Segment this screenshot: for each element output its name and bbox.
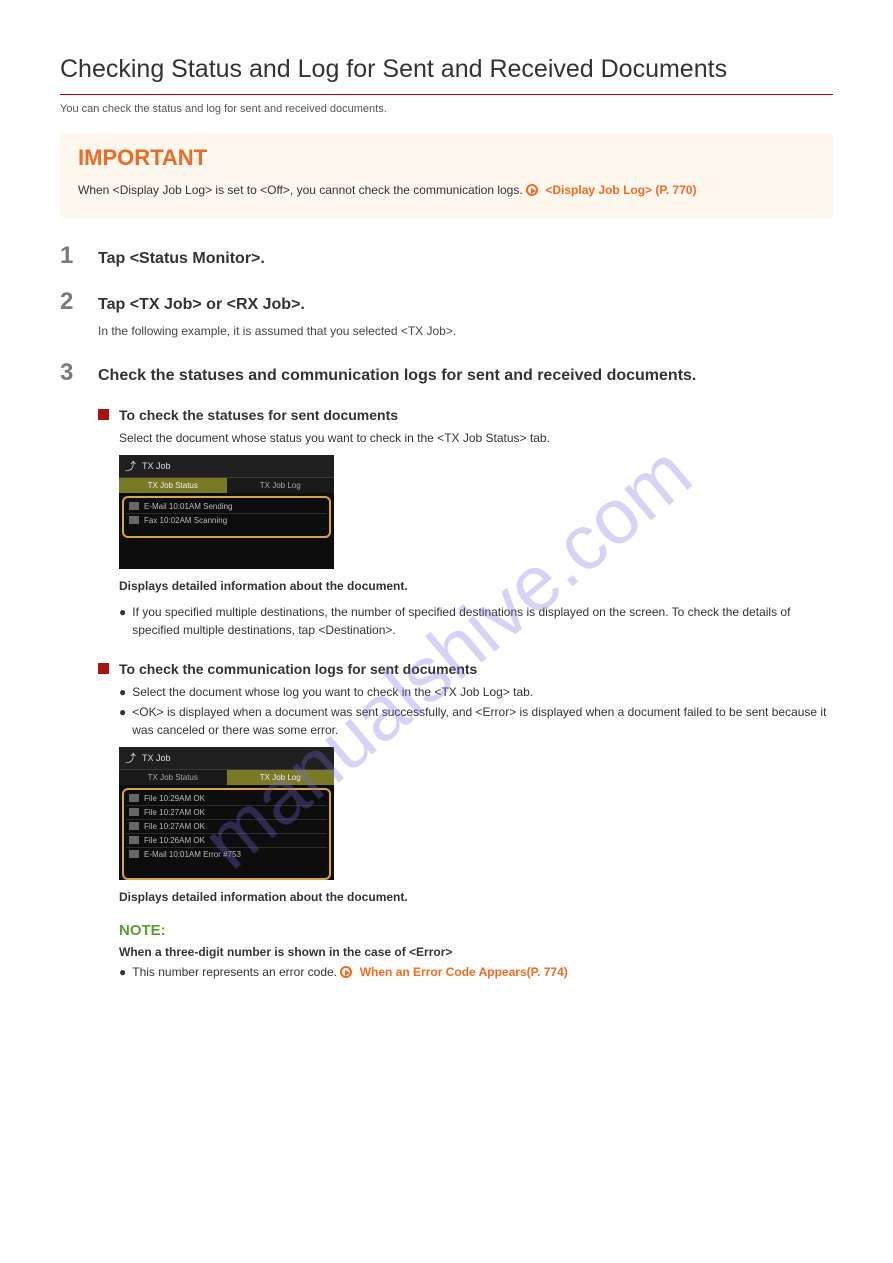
tab-tx-job-status[interactable]: TX Job Status	[119, 478, 227, 493]
square-bullet-icon	[98, 409, 109, 420]
title-divider	[60, 94, 833, 95]
device-list-2: File 10:29AM OK File 10:27AM OK File 10:…	[122, 788, 331, 880]
important-heading: IMPORTANT	[78, 145, 815, 171]
list-item[interactable]: File 10:29AM OK	[126, 792, 327, 806]
device-screenshot-status: ⤴ TX Job TX Job Status TX Job Log E-Mail…	[119, 455, 833, 569]
list-item[interactable]: E-Mail 10:01AM Sending	[126, 500, 327, 514]
status-insight: Displays detailed information about the …	[119, 577, 833, 595]
device-list-1: E-Mail 10:01AM Sending Fax 10:02AM Scann…	[122, 496, 331, 538]
log-section-desc-1: ● Select the document whose log you want…	[119, 683, 833, 701]
step-2: 2 Tap <TX Job> or <RX Job>. In the follo…	[60, 288, 833, 341]
back-icon[interactable]: ⤴	[125, 458, 136, 474]
bullet-dot-icon: ●	[119, 963, 126, 981]
step-2-text: Tap <TX Job> or <RX Job>.	[98, 296, 305, 314]
log-section-heading: To check the communication logs for sent…	[119, 661, 477, 677]
back-icon[interactable]: ⤴	[125, 750, 136, 766]
step-1-number: 1	[60, 242, 88, 270]
list-item[interactable]: File 10:27AM OK	[126, 820, 327, 834]
list-item[interactable]: E-Mail 10:01AM Error #753	[126, 848, 327, 861]
file-icon	[129, 794, 139, 802]
play-circle-icon	[526, 184, 538, 196]
list-item[interactable]: File 10:27AM OK	[126, 806, 327, 820]
mail-icon	[129, 850, 139, 858]
step-1-text: Tap <Status Monitor>.	[98, 250, 265, 268]
note-bullet-link[interactable]: When an Error Code Appears(P. 774)	[360, 965, 568, 979]
bullet-dot-icon: ●	[119, 683, 126, 701]
device-title-1: TX Job	[142, 461, 171, 471]
step-3-number: 3	[60, 359, 88, 387]
top-description: You can check the status and log for sen…	[60, 103, 833, 115]
log-section-desc-2: ● <OK> is displayed when a document was …	[119, 703, 833, 739]
note-subtitle: When a three-digit number is shown in th…	[119, 945, 833, 959]
list-item[interactable]: File 10:26AM OK	[126, 834, 327, 848]
device-screenshot-log: ⤴ TX Job TX Job Status TX Job Log File 1…	[119, 747, 833, 880]
tab-tx-job-log[interactable]: TX Job Log	[227, 478, 335, 493]
file-icon	[129, 808, 139, 816]
step-2-note: In the following example, it is assumed …	[98, 322, 833, 341]
log-section-heading-row: To check the communication logs for sent…	[98, 659, 833, 677]
important-body: When <Display Job Log> is set to <Off>, …	[78, 181, 815, 200]
note-block: NOTE: When a three-digit number is shown…	[119, 922, 833, 981]
device-title-2: TX Job	[142, 753, 171, 763]
page-title: Checking Status and Log for Sent and Rec…	[60, 55, 833, 84]
fax-icon	[129, 516, 139, 524]
note-bullet-text: This number represents an error code.	[132, 965, 340, 979]
bullet-dot-icon: ●	[119, 703, 126, 739]
status-insight-bullet-text: If you specified multiple destinations, …	[132, 603, 833, 639]
step-3: 3 Check the statuses and communication l…	[60, 359, 833, 387]
note-bullet: ● This number represents an error code. …	[119, 963, 833, 981]
step-3-text: Check the statuses and communication log…	[98, 367, 696, 385]
step-1: 1 Tap <Status Monitor>.	[60, 242, 833, 270]
step-2-number: 2	[60, 288, 88, 316]
status-insight-bullet: ● If you specified multiple destinations…	[119, 603, 833, 639]
important-link[interactable]: <Display Job Log> (P. 770)	[545, 183, 696, 197]
play-circle-icon	[340, 966, 352, 978]
file-icon	[129, 836, 139, 844]
mail-icon	[129, 502, 139, 510]
status-section-desc: Select the document whose status you wan…	[119, 429, 833, 447]
log-insight: Displays detailed information about the …	[119, 888, 833, 906]
list-item[interactable]: Fax 10:02AM Scanning	[126, 514, 327, 527]
log-insight-text: Displays detailed information about the …	[119, 890, 408, 904]
important-text: When <Display Job Log> is set to <Off>, …	[78, 183, 526, 197]
status-insight-prefix: Displays detailed information about the …	[119, 579, 408, 593]
note-title: NOTE:	[119, 922, 833, 939]
bullet-dot-icon: ●	[119, 603, 126, 639]
important-callout: IMPORTANT When <Display Job Log> is set …	[60, 133, 833, 218]
status-section-heading-row: To check the statuses for sent documents	[98, 405, 833, 423]
tab-tx-job-status[interactable]: TX Job Status	[119, 770, 227, 785]
tab-tx-job-log[interactable]: TX Job Log	[227, 770, 335, 785]
square-bullet-icon	[98, 663, 109, 674]
status-section-heading: To check the statuses for sent documents	[119, 407, 398, 423]
file-icon	[129, 822, 139, 830]
